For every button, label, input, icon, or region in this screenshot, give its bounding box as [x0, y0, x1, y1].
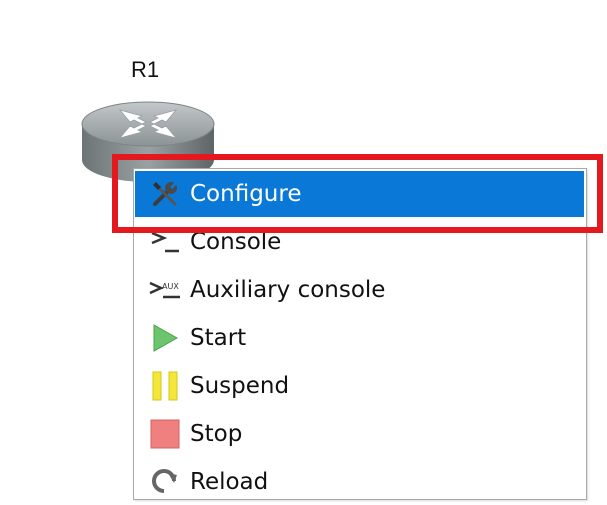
suspend-icon [149, 370, 181, 402]
menu-item-label: Start [190, 325, 247, 351]
menu-item-label: Stop [190, 421, 243, 447]
console-icon [149, 226, 181, 258]
menu-item-stop[interactable]: Stop [135, 411, 584, 457]
wrench-screwdriver-icon [149, 178, 181, 210]
menu-item-label: Configure [190, 181, 302, 207]
node-label: R1 [131, 57, 160, 82]
context-menu: Configure Console AUX Auxiliary console … [133, 168, 587, 500]
aux-console-icon: AUX [149, 274, 181, 306]
menu-item-reload[interactable]: Reload [135, 459, 584, 505]
reload-icon [149, 466, 181, 498]
menu-item-suspend[interactable]: Suspend [135, 363, 584, 409]
stop-icon [149, 418, 181, 450]
menu-item-label: Reload [190, 469, 269, 495]
menu-item-auxiliary-console[interactable]: AUX Auxiliary console [135, 267, 584, 313]
menu-item-label: Auxiliary console [190, 277, 386, 303]
svg-text:AUX: AUX [162, 282, 179, 291]
menu-item-configure[interactable]: Configure [135, 171, 584, 217]
start-icon [149, 322, 181, 354]
menu-item-label: Console [190, 229, 282, 255]
menu-item-label: Suspend [190, 373, 290, 399]
menu-item-start[interactable]: Start [135, 315, 584, 361]
menu-item-console[interactable]: Console [135, 219, 584, 265]
